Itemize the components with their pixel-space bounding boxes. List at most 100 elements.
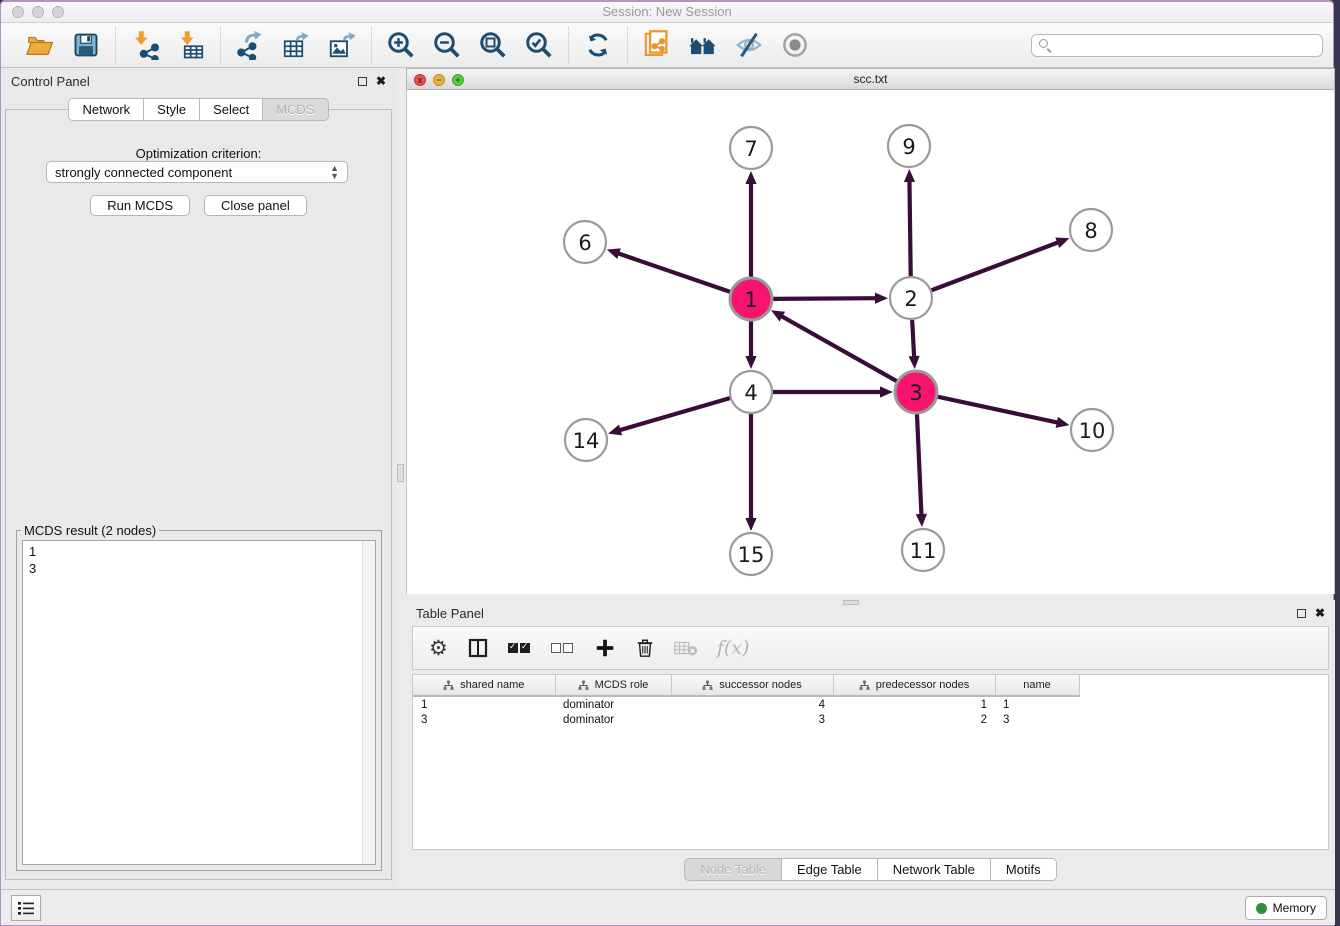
network-window-titlebar[interactable]: x − + scc.txt (406, 68, 1335, 90)
hide-selected-icon[interactable] (733, 29, 765, 61)
zoom-selected-icon[interactable] (523, 29, 555, 61)
table-cell[interactable]: 4 (671, 696, 833, 712)
table-cell[interactable]: 1 (833, 696, 995, 712)
optimization-criterion-label: Optimization criterion: (6, 146, 391, 161)
edge-arrowhead (916, 514, 927, 527)
node-label-2: 2 (904, 287, 917, 311)
horizontal-splitter-grip[interactable] (843, 600, 859, 605)
zoom-in-icon[interactable] (385, 29, 417, 61)
floppy-disk-icon (72, 31, 100, 59)
edge-3-11[interactable] (917, 414, 922, 516)
control-panel-tabs: NetworkStyleSelectMCDS (1, 98, 396, 121)
split-panel-icon[interactable] (467, 634, 489, 662)
task-history-button[interactable] (11, 895, 41, 921)
edge-3-10[interactable] (938, 397, 1059, 423)
table-cell[interactable]: 2 (833, 712, 995, 728)
home-view-icon[interactable] (687, 29, 719, 61)
add-column-icon[interactable] (594, 634, 616, 662)
run-mcds-button[interactable]: Run MCDS (90, 195, 190, 216)
table-panel: Table Panel ✖ ⚙ (406, 600, 1335, 892)
network-maximize-button[interactable]: + (452, 74, 464, 86)
mcds-tab-content: Optimization criterion: strongly connect… (5, 109, 392, 880)
column-header-name[interactable]: name (995, 675, 1079, 696)
network-close-button[interactable]: x (414, 74, 426, 86)
table-cell[interactable]: dominator (555, 712, 671, 728)
close-panel-button[interactable]: Close panel (204, 195, 307, 216)
edge-arrowhead (904, 169, 915, 182)
edge-arrowhead (745, 356, 756, 369)
table-row[interactable]: 1dominator411 (413, 696, 1079, 712)
vertical-splitter[interactable] (396, 68, 406, 892)
table-tab-node-table[interactable]: Node Table (684, 858, 782, 881)
close-window-button[interactable] (12, 6, 24, 18)
float-table-panel-icon[interactable] (1297, 609, 1306, 618)
control-tab-select[interactable]: Select (199, 98, 263, 121)
node-label-11: 11 (910, 539, 937, 563)
network-from-file-icon[interactable] (641, 29, 673, 61)
mcds-result-list[interactable]: 13 (22, 540, 376, 865)
edge-arrowhead (908, 356, 919, 369)
table-cell[interactable]: 3 (995, 712, 1079, 728)
zoom-out-icon[interactable] (431, 29, 463, 61)
delete-column-icon[interactable] (635, 634, 655, 662)
table-cell[interactable]: 1 (413, 696, 555, 712)
mcds-result-item[interactable]: 3 (29, 560, 369, 577)
search-input[interactable] (1031, 34, 1323, 57)
float-panel-icon[interactable] (358, 77, 367, 86)
column-header-MCDS-role[interactable]: MCDS role (555, 675, 671, 696)
show-all-icon[interactable] (779, 29, 811, 61)
network-canvas[interactable]: 7968124314101511 (406, 90, 1335, 594)
edge-arrowhead (608, 425, 622, 436)
export-image-icon[interactable] (326, 29, 358, 61)
table-tab-motifs[interactable]: Motifs (990, 858, 1057, 881)
control-tab-network[interactable]: Network (68, 98, 144, 121)
select-all-columns-icon[interactable] (508, 634, 532, 662)
network-graph[interactable]: 7968124314101511 (407, 90, 1334, 592)
table-cell[interactable]: 1 (995, 696, 1079, 712)
edge-3-1[interactable] (781, 316, 897, 382)
edge-2-3[interactable] (912, 320, 914, 358)
table-tab-network-table[interactable]: Network Table (877, 858, 991, 881)
network-minimize-button[interactable]: − (433, 74, 445, 86)
zoom-fit-icon[interactable] (477, 29, 509, 61)
table-tab-edge-table[interactable]: Edge Table (781, 858, 878, 881)
control-tab-style[interactable]: Style (143, 98, 200, 121)
minimize-window-button[interactable] (32, 6, 44, 18)
table-cell[interactable]: 3 (671, 712, 833, 728)
close-panel-icon[interactable]: ✖ (376, 76, 386, 86)
maximize-window-button[interactable] (52, 6, 64, 18)
table-cell[interactable]: 3 (413, 712, 555, 728)
edge-4-14[interactable] (619, 398, 730, 430)
refresh-layout-icon[interactable] (582, 29, 614, 61)
edge-arrowhead (875, 293, 888, 304)
edge-2-8[interactable] (932, 242, 1060, 290)
node-table[interactable]: shared nameMCDS rolesuccessor nodesprede… (412, 674, 1329, 850)
column-header-shared-name[interactable]: shared name (413, 675, 555, 696)
attribute-type-icon (443, 680, 454, 691)
table-cell[interactable]: dominator (555, 696, 671, 712)
mcds-result-item[interactable]: 1 (29, 543, 369, 560)
memory-button[interactable]: Memory (1245, 896, 1327, 920)
edge-2-9[interactable] (909, 180, 910, 276)
column-header-successor-nodes[interactable]: successor nodes (671, 675, 833, 696)
export-table-icon[interactable] (280, 29, 312, 61)
import-table-icon[interactable] (175, 29, 207, 61)
column-header-predecessor-nodes[interactable]: predecessor nodes (833, 675, 995, 696)
main-toolbar (1, 23, 1333, 68)
open-session-icon[interactable] (24, 29, 56, 61)
column-settings-gear-icon[interactable]: ⚙ (429, 634, 448, 662)
result-scrollbar[interactable] (362, 541, 375, 864)
criterion-select[interactable]: strongly connected component ▲▼ (46, 161, 348, 183)
save-session-icon[interactable] (70, 29, 102, 61)
table-row[interactable]: 3dominator323 (413, 712, 1079, 728)
deselect-all-columns-icon[interactable] (551, 634, 575, 662)
attribute-type-icon (702, 680, 713, 691)
import-network-icon[interactable] (129, 29, 161, 61)
close-table-panel-icon[interactable]: ✖ (1315, 608, 1325, 618)
control-tab-mcds[interactable]: MCDS (262, 98, 328, 121)
edge-1-6[interactable] (617, 253, 730, 292)
export-network-icon[interactable] (234, 29, 266, 61)
splitter-grip[interactable] (397, 464, 404, 482)
edge-1-2[interactable] (773, 298, 877, 299)
edge-arrowhead (607, 248, 621, 259)
